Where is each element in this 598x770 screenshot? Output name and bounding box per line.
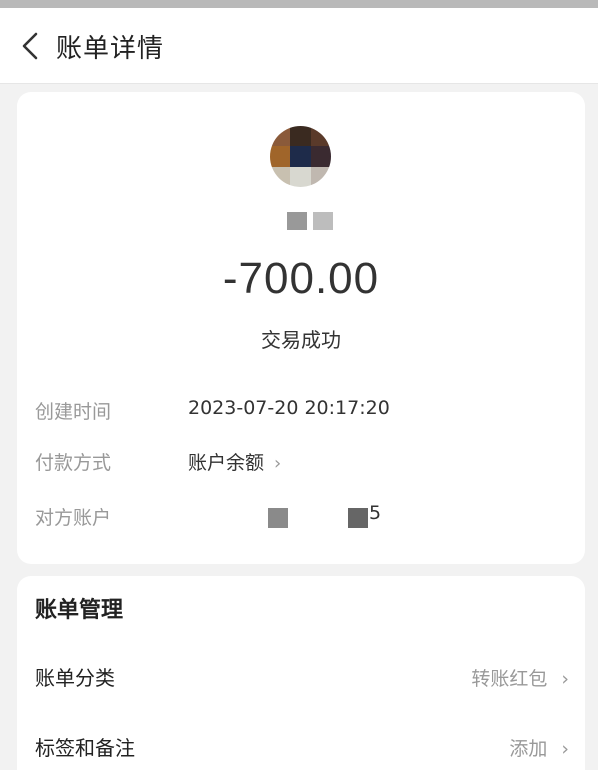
detail-label: 付款方式 — [35, 452, 112, 474]
transaction-card: -700.00 交易成功 创建时间 2023-07-20 20:17:20 付款… — [17, 92, 585, 564]
chevron-right-icon: › — [274, 453, 282, 474]
bill-management-card: 账单管理 账单分类 转账红包 › 标签和备注 添加 › — [17, 576, 585, 770]
blurred-account-part — [268, 508, 288, 528]
detail-row-counterparty-account: 对方账户 5 — [35, 500, 575, 530]
row-value: 转账红包 — [471, 668, 548, 690]
bill-category-row[interactable]: 账单分类 转账红包 › — [35, 660, 569, 692]
detail-value: 2023-07-20 20:17:20 — [188, 397, 390, 419]
tags-notes-row[interactable]: 标签和备注 添加 › — [35, 730, 569, 762]
chevron-right-icon: › — [561, 738, 569, 760]
status-bar — [0, 0, 598, 8]
back-button[interactable] — [10, 24, 50, 68]
account-tail: 5 — [369, 502, 382, 524]
section-title: 账单管理 — [35, 598, 124, 623]
top-bar: 账单详情 — [0, 8, 598, 84]
chevron-left-icon — [22, 32, 38, 60]
detail-row-payment-method[interactable]: 付款方式 账户余额 › — [35, 445, 575, 475]
row-label: 账单分类 — [35, 666, 115, 690]
detail-value: 账户余额 — [188, 452, 265, 474]
blurred-name-part — [313, 212, 333, 230]
detail-value-wrap: 账户余额 › — [188, 448, 281, 475]
row-label: 标签和备注 — [35, 736, 135, 760]
blurred-name-part — [287, 212, 307, 230]
amount: -700.00 — [222, 254, 380, 303]
row-value-wrap: 转账红包 › — [471, 664, 569, 691]
page-title: 账单详情 — [56, 34, 165, 64]
detail-label: 创建时间 — [35, 401, 112, 423]
counterparty-name[interactable] — [287, 210, 367, 232]
detail-row-created-time: 创建时间 2023-07-20 20:17:20 — [35, 394, 575, 424]
row-value: 添加 — [509, 738, 548, 760]
transaction-status: 交易成功 — [261, 328, 341, 352]
chevron-right-icon: › — [561, 668, 569, 690]
blurred-account-part — [348, 508, 368, 528]
counterparty-account-value: 5 — [188, 500, 388, 530]
row-value-wrap: 添加 › — [509, 734, 569, 761]
avatar[interactable] — [270, 126, 331, 187]
detail-label: 对方账户 — [35, 507, 112, 529]
